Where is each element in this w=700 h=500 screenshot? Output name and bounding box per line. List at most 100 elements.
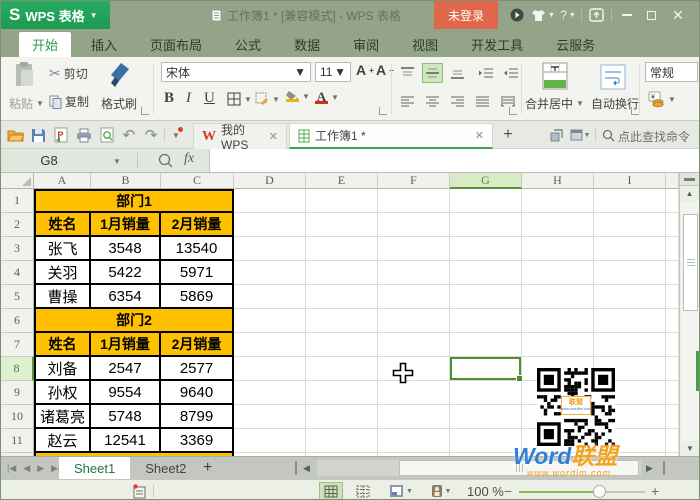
cell-D2[interactable] xyxy=(234,213,306,237)
cell-H7[interactable] xyxy=(522,333,594,357)
cell-J5[interactable] xyxy=(666,285,679,309)
switch-window-icon[interactable] xyxy=(547,126,565,144)
doc-tab-workbook1[interactable]: 工作簿1 * ✕ xyxy=(289,123,493,149)
italic-button[interactable]: I xyxy=(186,90,191,107)
column-header-B[interactable]: B xyxy=(91,173,161,189)
cell-D3[interactable] xyxy=(234,237,306,261)
name-box[interactable]: G8 xyxy=(1,149,97,172)
cell-F11[interactable] xyxy=(378,429,450,453)
cell-D11[interactable] xyxy=(234,429,306,453)
cell-B2[interactable]: 1月销量 xyxy=(91,213,161,237)
row-header-9[interactable]: 9 xyxy=(1,381,34,405)
row-header-7[interactable]: 7 xyxy=(1,333,34,357)
cell-D6[interactable] xyxy=(234,309,306,333)
merge-center-icon[interactable] xyxy=(541,61,569,91)
row-header-4[interactable]: 4 xyxy=(1,261,34,285)
magnifier-icon[interactable] xyxy=(158,153,173,171)
font-name-select[interactable]: 宋体 ▼ xyxy=(161,62,311,82)
sheet-tab-sheet2[interactable]: Sheet2 xyxy=(130,457,201,479)
undo-icon[interactable]: ↶ xyxy=(120,126,138,144)
cell-G9[interactable] xyxy=(450,381,522,405)
cell-B10[interactable]: 5748 xyxy=(91,405,161,429)
cell-D4[interactable] xyxy=(234,261,306,285)
play-circle-icon[interactable] xyxy=(507,1,527,29)
maximize-button[interactable] xyxy=(641,1,661,29)
column-header-F[interactable]: F xyxy=(378,173,450,189)
cell-H3[interactable] xyxy=(522,237,594,261)
cell-A5[interactable]: 曹操 xyxy=(34,285,91,309)
zoom-slider-track[interactable] xyxy=(519,485,645,498)
currency-format-button[interactable]: ¥ ▼ xyxy=(647,90,676,108)
row-header-8[interactable]: 8 xyxy=(1,357,34,381)
cell-A10[interactable]: 诸葛亮 xyxy=(34,405,91,429)
ribbon-tab-8[interactable]: 云服务 xyxy=(543,32,608,57)
format-painter-icon[interactable] xyxy=(107,59,133,89)
h-split-handle[interactable] xyxy=(295,461,297,475)
cell-E1[interactable] xyxy=(306,189,378,213)
zoom-in-button[interactable]: + xyxy=(651,482,659,499)
merge-dialog-launcher[interactable] xyxy=(631,107,639,115)
select-all-corner[interactable] xyxy=(1,173,34,189)
cell-E11[interactable] xyxy=(306,429,378,453)
cell-J6[interactable] xyxy=(666,309,679,333)
cell-I2[interactable] xyxy=(594,213,666,237)
cell-E7[interactable] xyxy=(306,333,378,357)
ribbon-tab-6[interactable]: 视图 xyxy=(399,32,451,57)
cell-G7[interactable] xyxy=(450,333,522,357)
cell-A11[interactable]: 赵云 xyxy=(34,429,91,453)
align-bottom-icon[interactable] xyxy=(447,63,468,83)
ribbon-tab-1[interactable]: 插入 xyxy=(78,32,130,57)
number-format-select[interactable]: 常规 xyxy=(645,62,698,82)
scroll-right-button[interactable]: ▶ xyxy=(646,457,653,479)
vertical-scrollbar[interactable]: ▲ ▼ xyxy=(679,173,699,456)
cell-F10[interactable] xyxy=(378,405,450,429)
cell-D5[interactable] xyxy=(234,285,306,309)
cell-D9[interactable] xyxy=(234,381,306,405)
cell-A4[interactable]: 关羽 xyxy=(34,261,91,285)
column-header-E[interactable]: E xyxy=(306,173,378,189)
cell-E8[interactable] xyxy=(306,357,378,381)
cell-C10[interactable]: 8799 xyxy=(161,405,234,429)
h-split-handle[interactable] xyxy=(663,461,665,475)
save-icon[interactable] xyxy=(29,126,47,144)
merge-center-button[interactable]: 合并居中 ▼ xyxy=(525,95,584,112)
cell-E5[interactable] xyxy=(306,285,378,309)
column-header-C[interactable]: C xyxy=(161,173,234,189)
cell-B7[interactable]: 1月销量 xyxy=(91,333,161,357)
cell-C4[interactable]: 5971 xyxy=(161,261,234,285)
font-color-button[interactable]: A ▼ xyxy=(315,90,339,104)
cell-J9[interactable] xyxy=(666,381,679,405)
row-header-3[interactable]: 3 xyxy=(1,237,34,261)
page-layout-view-button[interactable]: ▼ xyxy=(386,482,416,499)
close-button[interactable]: ✕ xyxy=(667,1,689,29)
formula-input[interactable] xyxy=(209,149,699,172)
ribbon-tab-2[interactable]: 页面布局 xyxy=(137,32,215,57)
cell-A6[interactable]: 部门2 xyxy=(34,309,234,333)
cell-B3[interactable]: 3548 xyxy=(91,237,161,261)
sheet-nav-buttons[interactable]: |◀ ◀ ▶ ▶| xyxy=(7,457,60,479)
cell-I7[interactable] xyxy=(594,333,666,357)
cell-H2[interactable] xyxy=(522,213,594,237)
zoom-out-button[interactable]: − xyxy=(504,482,512,499)
cell-E2[interactable] xyxy=(306,213,378,237)
cell-J7[interactable] xyxy=(666,333,679,357)
skin-tshirt-icon[interactable]: ▼ xyxy=(529,1,557,29)
next-sheet-icon[interactable]: ▶ xyxy=(37,463,44,474)
arrange-windows-icon[interactable]: ▼ xyxy=(569,126,591,144)
export-pdf-icon[interactable]: P xyxy=(52,126,70,144)
bold-button[interactable]: B xyxy=(164,90,174,107)
cell-J2[interactable] xyxy=(666,213,679,237)
split-handle[interactable] xyxy=(680,173,699,186)
cell-H5[interactable] xyxy=(522,285,594,309)
cell-C5[interactable]: 5869 xyxy=(161,285,234,309)
column-header-G[interactable]: G xyxy=(450,173,522,189)
ribbon-tab-4[interactable]: 数据 xyxy=(281,32,333,57)
cut-button[interactable]: ✂ 剪切 xyxy=(49,65,88,82)
align-middle-icon[interactable] xyxy=(422,63,443,83)
print-preview-icon[interactable] xyxy=(98,126,116,144)
underline-button[interactable]: U xyxy=(204,90,215,107)
cell-I1[interactable] xyxy=(594,189,666,213)
cell-A7[interactable]: 姓名 xyxy=(34,333,91,357)
cell-B11[interactable]: 12541 xyxy=(91,429,161,453)
column-header-I[interactable]: I xyxy=(594,173,666,189)
